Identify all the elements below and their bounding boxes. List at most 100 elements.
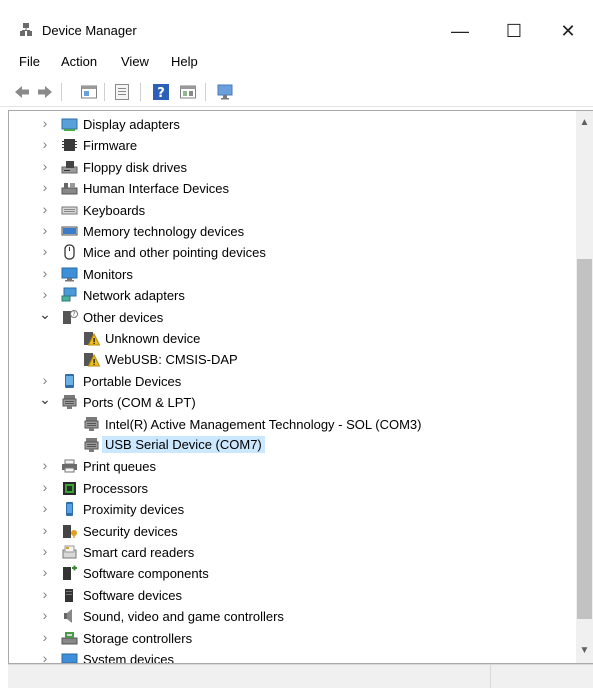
device-manager-icon (20, 23, 32, 36)
scrollbar-thumb[interactable] (577, 259, 592, 619)
tree-category[interactable]: › Proximity devices (9, 499, 579, 520)
tree-category[interactable]: › Smart card readers (9, 542, 579, 563)
tree-category[interactable]: › Memory technology devices (9, 221, 579, 242)
chevron-right-icon[interactable]: › (39, 458, 51, 472)
tree-item-label: Software components (83, 566, 209, 582)
tree-item-label: Sound, video and game controllers (83, 609, 284, 625)
chevron-right-icon[interactable]: › (39, 180, 51, 194)
tree-item-label: Other devices (83, 309, 164, 325)
chevron-right-icon[interactable]: › (39, 544, 51, 558)
processor-icon (63, 481, 76, 495)
floppy-drive-icon (61, 160, 78, 174)
tree-category[interactable]: › Display adapters (9, 114, 579, 135)
tree-item-label: Portable Devices (83, 373, 182, 389)
vertical-scrollbar[interactable]: ▲ ▼ (576, 111, 593, 663)
minimize-button[interactable]: — (440, 20, 480, 42)
printer-icon (62, 459, 77, 473)
tree-category[interactable]: › Portable Devices (9, 371, 579, 392)
tree-category[interactable]: › Keyboards (9, 200, 579, 221)
list-icon[interactable] (113, 83, 131, 101)
chevron-down-icon[interactable]: ⌄ (39, 392, 51, 406)
tree-item-label: Mice and other pointing devices (83, 245, 266, 261)
menu-view[interactable]: View (121, 54, 149, 69)
memory-icon (61, 226, 78, 236)
back-icon[interactable] (13, 83, 31, 101)
tree-device[interactable]: USB Serial Device (COM7) (9, 435, 579, 456)
security-icon (63, 524, 77, 538)
tree-device[interactable]: Intel(R) Active Management Technology - … (9, 414, 579, 435)
menu-action[interactable]: Action (61, 54, 97, 69)
storage-icon (61, 631, 78, 645)
chevron-right-icon[interactable]: › (39, 244, 51, 258)
tree-item-label: Software devices (83, 587, 182, 603)
software-device-icon (65, 588, 73, 602)
tree-category[interactable]: › Floppy disk drives (9, 157, 579, 178)
sound-icon (64, 609, 72, 624)
details-icon[interactable] (179, 83, 197, 101)
tree-category[interactable]: › Security devices (9, 521, 579, 542)
tree-category[interactable]: › Software devices (9, 585, 579, 606)
tree-device[interactable]: WebUSB: CMSIS-DAP (9, 349, 579, 370)
chevron-right-icon[interactable]: › (39, 223, 51, 237)
tree-category[interactable]: › Sound, video and game controllers (9, 606, 579, 627)
chevron-right-icon[interactable]: › (39, 651, 51, 663)
chevron-right-icon[interactable]: › (39, 501, 51, 515)
proximity-icon (66, 502, 73, 517)
portable-device-icon (65, 373, 74, 388)
tree-item-label: Keyboards (83, 202, 146, 218)
firmware-icon (62, 139, 77, 152)
monitor-icon (61, 267, 78, 282)
tree-category[interactable]: › System devices (9, 649, 579, 663)
maximize-button[interactable]: ☐ (494, 20, 534, 42)
status-segment (490, 665, 551, 688)
scroll-up-icon[interactable]: ▲ (576, 115, 593, 131)
chevron-right-icon[interactable]: › (39, 202, 51, 216)
chevron-down-icon[interactable]: ⌄ (39, 307, 51, 321)
tree-category[interactable]: › Software components (9, 563, 579, 584)
tree-item-label: Security devices (83, 523, 178, 539)
tree-category[interactable]: › Firmware (9, 135, 579, 156)
chevron-right-icon[interactable]: › (39, 480, 51, 494)
port-icon (62, 395, 77, 410)
properties-icon[interactable] (80, 83, 98, 101)
chevron-right-icon[interactable]: › (39, 630, 51, 644)
help-icon[interactable]: ? (152, 83, 170, 101)
tree-category[interactable]: › Network adapters (9, 285, 579, 306)
tree-category[interactable]: › Storage controllers (9, 628, 579, 649)
tree-category[interactable]: ⌄ Ports (COM & LPT) (9, 392, 579, 413)
display-adapter-icon (61, 118, 78, 131)
chevron-right-icon[interactable]: › (39, 587, 51, 601)
tree-item-label: Monitors (83, 266, 133, 282)
chevron-right-icon[interactable]: › (39, 523, 51, 537)
chevron-right-icon[interactable]: › (39, 565, 51, 579)
tree-category[interactable]: › Processors (9, 478, 579, 499)
chevron-right-icon[interactable]: › (39, 116, 51, 130)
toolbar-separator (140, 83, 141, 101)
tree-item-label: Proximity devices (83, 502, 185, 518)
svg-text:?: ? (72, 311, 75, 318)
close-button[interactable]: ✕ (548, 20, 588, 42)
tree-category[interactable]: › Mice and other pointing devices (9, 242, 579, 263)
chevron-right-icon[interactable]: › (39, 159, 51, 173)
tree-device[interactable]: Unknown device (9, 328, 579, 349)
forward-icon[interactable] (36, 83, 54, 101)
monitor-icon[interactable] (216, 83, 234, 101)
menu-help[interactable]: Help (171, 54, 198, 69)
chevron-right-icon[interactable]: › (39, 608, 51, 622)
tree-item-label: USB Serial Device (COM7) (102, 436, 265, 453)
device-tree[interactable]: › Display adapters › Firmware › Floppy disk d… (8, 110, 593, 664)
tree-category[interactable]: › Human Interface Devices (9, 178, 579, 199)
tree-category[interactable]: ⌄? Other devices (9, 307, 579, 328)
window-title: Device Manager (42, 23, 137, 38)
tree-category[interactable]: › Print queues (9, 456, 579, 477)
tree-item-label: Human Interface Devices (83, 181, 229, 197)
chevron-right-icon[interactable]: › (39, 266, 51, 280)
chevron-right-icon[interactable]: › (39, 373, 51, 387)
toolbar-separator (61, 83, 62, 101)
scroll-down-icon[interactable]: ▼ (576, 643, 593, 659)
chevron-right-icon[interactable]: › (39, 137, 51, 151)
chevron-right-icon[interactable]: › (39, 287, 51, 301)
tree-category[interactable]: › Monitors (9, 264, 579, 285)
other-devices-icon: ? (63, 309, 78, 324)
menu-file[interactable]: File (19, 54, 40, 69)
